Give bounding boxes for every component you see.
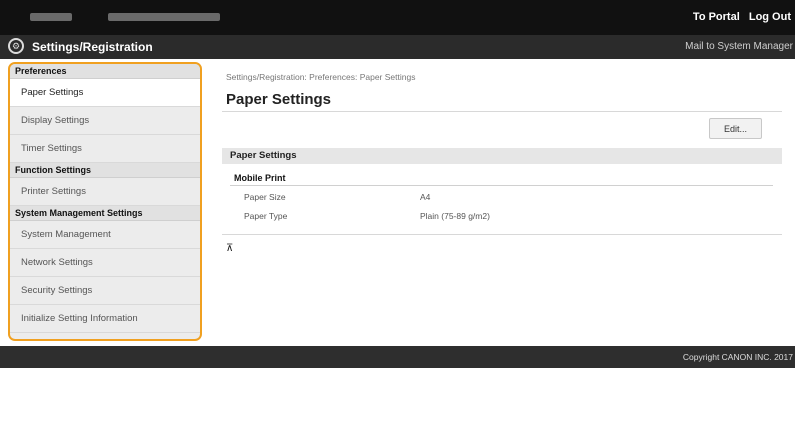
- sidebar-item-printer-settings[interactable]: Printer Settings: [10, 178, 200, 206]
- content-divider: [222, 234, 782, 235]
- header-title: Settings/Registration: [32, 40, 153, 54]
- setting-value: Plain (75-89 g/m2): [420, 211, 490, 221]
- edit-button[interactable]: Edit...: [709, 118, 762, 139]
- sidebar-item-timer-settings[interactable]: Timer Settings: [10, 135, 200, 163]
- sidebar-item-system-management[interactable]: System Management: [10, 221, 200, 249]
- sidebar-item-security-settings[interactable]: Security Settings: [10, 277, 200, 305]
- device-address-text: [108, 13, 220, 21]
- sidebar-item-network-settings[interactable]: Network Settings: [10, 249, 200, 277]
- page-title: Paper Settings: [226, 91, 332, 108]
- copyright-text: Copyright CANON INC. 2017: [682, 352, 793, 362]
- section-header-paper-settings: Paper Settings: [222, 148, 782, 164]
- footer: Copyright CANON INC. 2017: [0, 346, 795, 368]
- setting-value: A4: [420, 192, 431, 202]
- sidebar-item-paper-settings[interactable]: Paper Settings: [10, 79, 200, 107]
- sidebar: Preferences Paper Settings Display Setti…: [8, 62, 202, 341]
- sidebar-section-function-settings: Function Settings: [10, 163, 200, 178]
- setting-label: Paper Type: [244, 211, 288, 221]
- setting-row-paper-size: Paper Size A4: [244, 192, 774, 206]
- sidebar-section-preferences: Preferences: [10, 64, 200, 79]
- device-name-text: [30, 13, 72, 21]
- sidebar-section-system-management-settings: System Management Settings: [10, 206, 200, 221]
- page-header: ⚙ Settings/Registration Mail to System M…: [0, 35, 795, 59]
- setting-label: Paper Size: [244, 192, 286, 202]
- setting-row-paper-type: Paper Type Plain (75-89 g/m2): [244, 211, 774, 225]
- title-divider: [222, 111, 782, 112]
- sidebar-item-display-settings[interactable]: Display Settings: [10, 107, 200, 135]
- subsection-title-mobile-print: Mobile Print: [234, 173, 286, 183]
- settings-registration-icon: ⚙: [8, 38, 24, 54]
- sidebar-item-initialize-setting-information[interactable]: Initialize Setting Information: [10, 305, 200, 333]
- top-links: To Portal Log Out: [687, 11, 791, 23]
- to-portal-link[interactable]: To Portal: [693, 11, 740, 23]
- mail-to-system-manager-link[interactable]: Mail to System Manager: [685, 41, 793, 52]
- top-bar: To Portal Log Out: [0, 0, 795, 35]
- to-top-icon[interactable]: ⊼: [226, 243, 233, 254]
- log-out-link[interactable]: Log Out: [749, 11, 791, 23]
- breadcrumb: Settings/Registration: Preferences: Pape…: [226, 72, 416, 82]
- subsection-divider: [230, 185, 773, 186]
